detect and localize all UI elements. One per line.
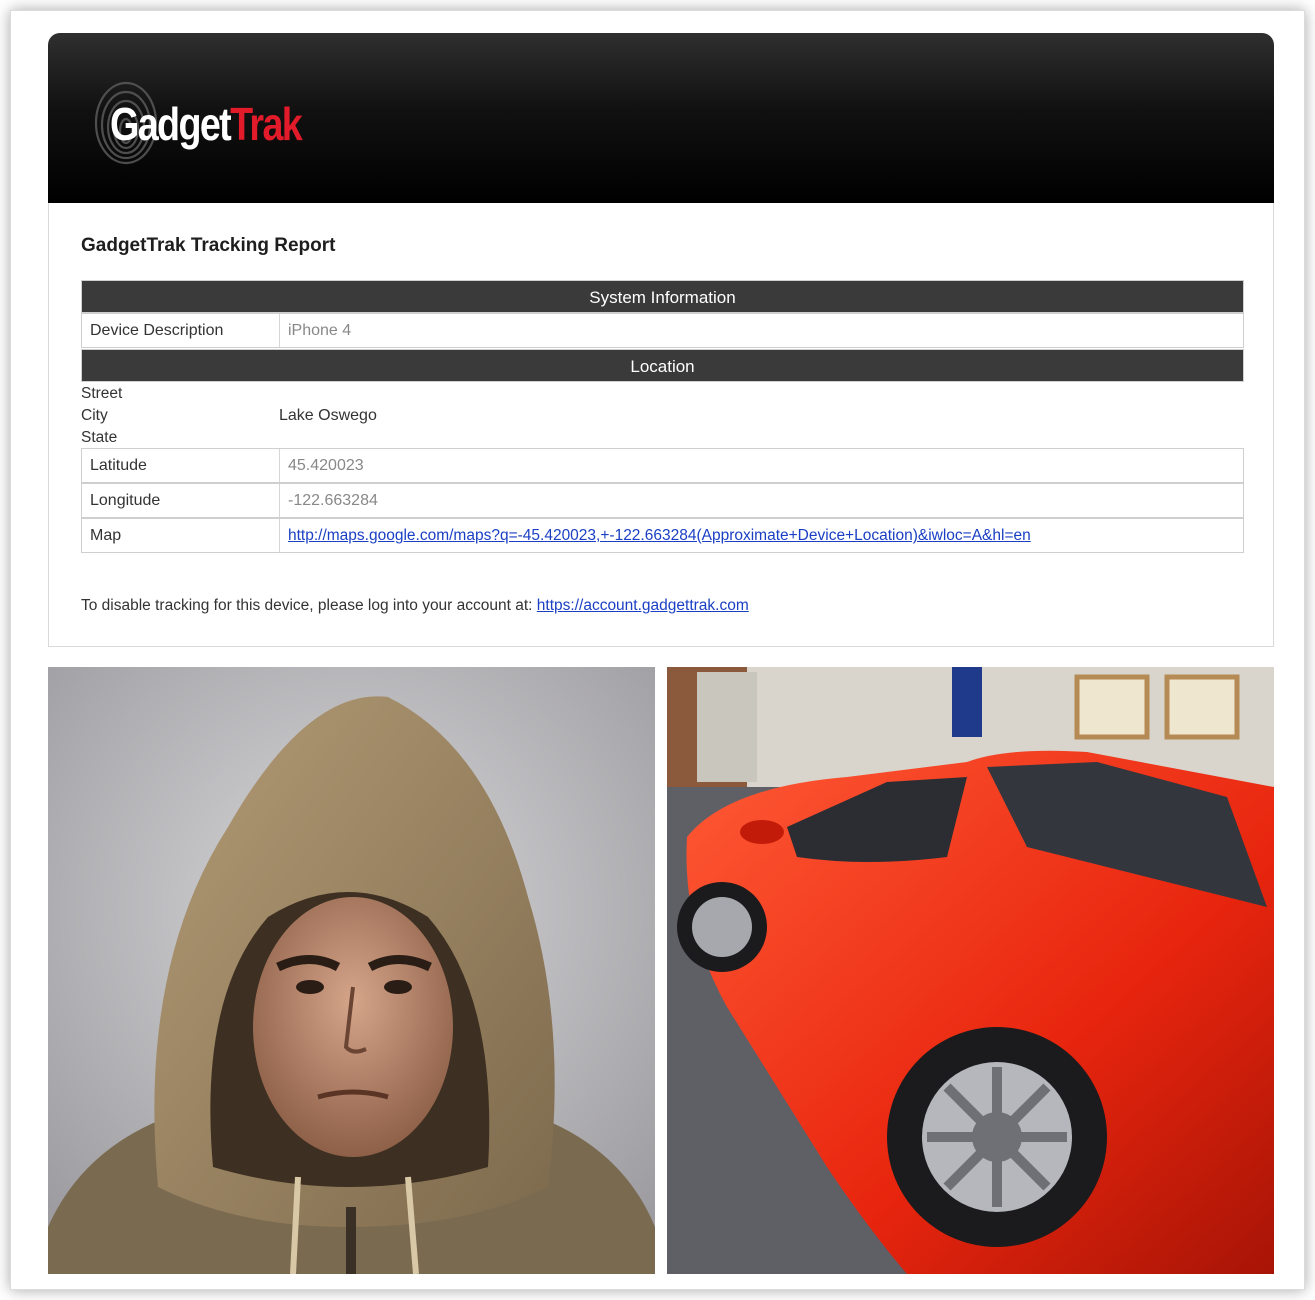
hooded-person-photo	[48, 667, 655, 1274]
longitude-value: -122.663284	[288, 492, 378, 509]
device-description-label: Device Description	[82, 314, 280, 347]
longitude-row: Longitude -122.663284	[81, 483, 1244, 518]
red-sports-car-photo	[667, 667, 1274, 1274]
latitude-label: Latitude	[82, 449, 280, 482]
logo-word-trak: Trak	[230, 98, 303, 150]
city-label: City	[81, 407, 108, 424]
city-value: Lake Oswego	[279, 407, 377, 424]
account-link[interactable]: https://account.gadgettrak.com	[537, 597, 749, 614]
gadgettrak-logo: GadgetTrak	[88, 71, 328, 171]
disable-tracking-text: To disable tracking for this device, ple…	[81, 597, 749, 615]
logo-wordmark: GadgetTrak	[110, 97, 303, 151]
latitude-row: Latitude 45.420023	[81, 448, 1244, 483]
state-label: State	[81, 429, 118, 446]
report-title: GadgetTrak Tracking Report	[81, 235, 336, 256]
device-description-value: iPhone 4	[288, 322, 352, 339]
map-row: Map http://maps.google.com/maps?q=-45.42…	[81, 518, 1244, 553]
location-header: Location	[81, 349, 1244, 382]
header-banner: GadgetTrak	[48, 33, 1274, 203]
map-link[interactable]: http://maps.google.com/maps?q=-45.420023…	[288, 519, 1031, 552]
system-information-header: System Information	[81, 280, 1244, 313]
logo-word-gadget: Gadget	[110, 98, 232, 150]
disable-tracking-message: To disable tracking for this device, ple…	[81, 597, 537, 614]
street-label: Street	[81, 385, 123, 402]
tracking-report: GadgetTrak Tracking Report System Inform…	[48, 203, 1274, 647]
longitude-label: Longitude	[82, 484, 280, 517]
map-label: Map	[82, 519, 280, 552]
device-description-row: Device Description iPhone 4	[81, 313, 1244, 348]
latitude-value: 45.420023	[288, 457, 364, 474]
